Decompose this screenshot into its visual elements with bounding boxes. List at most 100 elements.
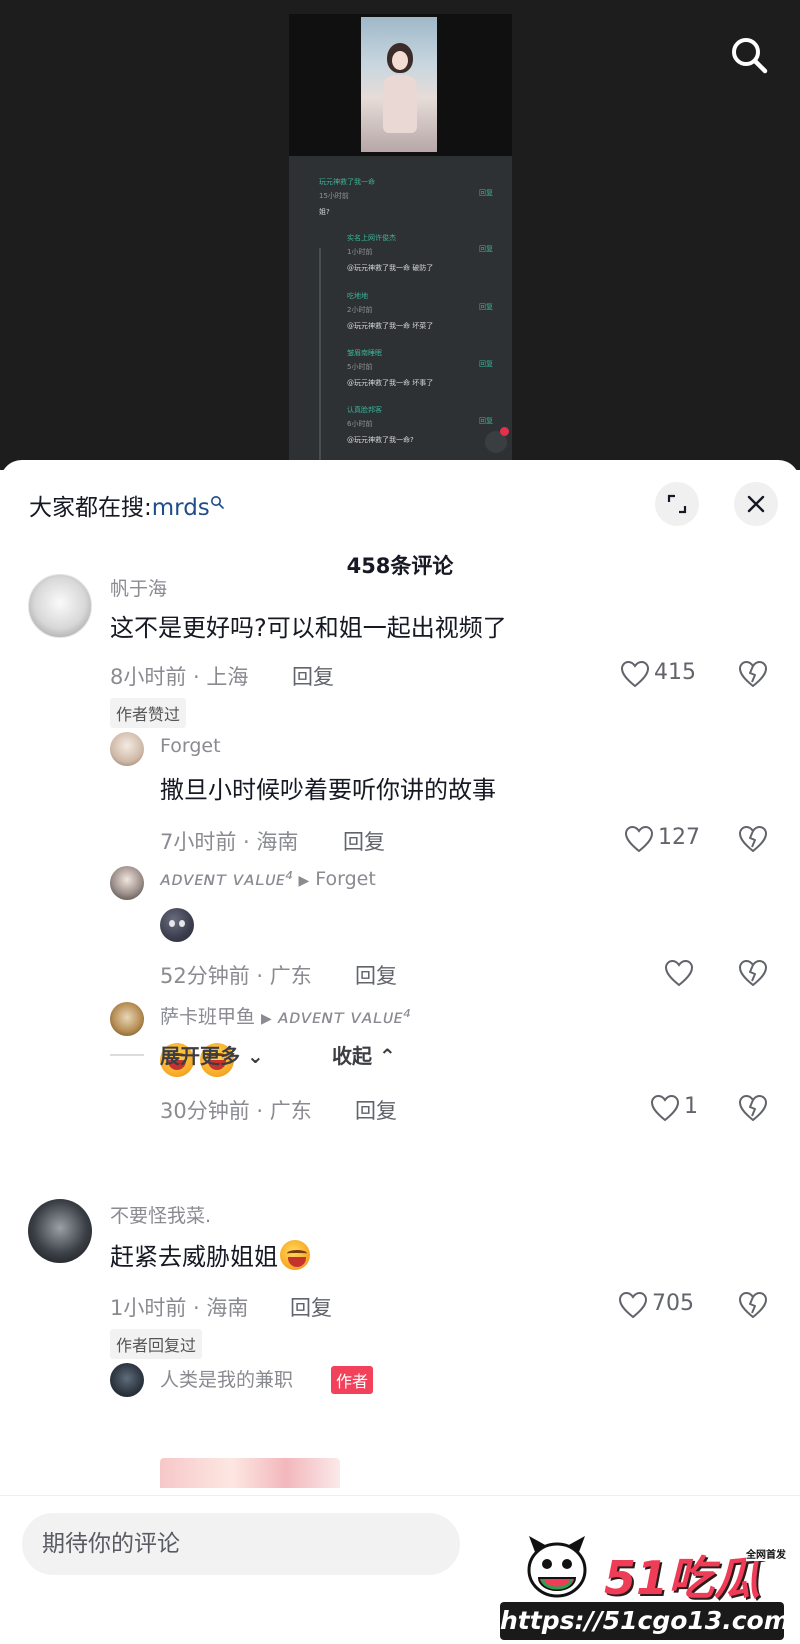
expand-more-button[interactable]: 展开更多 ⌄ <box>160 1040 264 1069</box>
embedded-user: 玩元神救了我一命 <box>319 178 375 186</box>
comment-author[interactable]: 帆于海 <box>110 574 167 601</box>
reply-arrow-icon: ▶ <box>261 1011 272 1027</box>
trending-search-keyword[interactable]: mrds <box>152 495 210 521</box>
reply-author[interactable]: ᴀᴅᴠᴇɴᴛ ᴠᴀʟᴜᴇ⁴ ▶ Forget <box>160 868 376 890</box>
reply-to-name[interactable]: ᴀᴅᴠᴇɴᴛ ᴠᴀʟᴜᴇ⁴ <box>278 1006 410 1028</box>
expand-button[interactable] <box>655 482 699 526</box>
close-icon <box>747 495 765 513</box>
avatar[interactable] <box>28 1199 92 1263</box>
search-icon[interactable] <box>727 33 771 77</box>
reply-author[interactable]: Forget <box>160 735 221 757</box>
broken-heart-icon <box>739 661 767 687</box>
reply-meta: 52分钟前 · 广东 <box>160 964 312 988</box>
avatar[interactable] <box>110 732 144 766</box>
comment-meta: 1小时前 · 海南 <box>110 1296 249 1320</box>
reply-arrow-icon: ▶ <box>298 873 310 889</box>
sheet-header: 大家都在搜:mrds <box>0 460 800 540</box>
avatar[interactable] <box>110 866 144 900</box>
like-count: 415 <box>654 660 696 685</box>
author-badge: 作者 <box>331 1366 374 1394</box>
reply-meta: 30分钟前 · 广东 <box>160 1099 312 1123</box>
comment-thread: 不要怪我菜. 赶紧去威胁姐姐 1小时前 · 海南 回复 705 作者回复过 人类… <box>0 1195 800 1495</box>
embedded-time: 5小时前 <box>347 363 373 371</box>
reply-button[interactable]: 回复 <box>355 1095 397 1125</box>
embedded-action-icon <box>485 427 509 453</box>
close-button[interactable] <box>734 482 778 526</box>
comment-input-container[interactable] <box>22 1513 460 1575</box>
embedded-user: 皱眉南睡眠 <box>347 349 382 357</box>
like-button[interactable]: 1 <box>650 1093 710 1123</box>
broken-heart-icon <box>739 1095 767 1121</box>
watermark-title: 51吃瓜 <box>604 1551 761 1605</box>
reply-button[interactable]: 回复 <box>343 826 385 856</box>
comment-text: 这不是更好吗?可以和姐一起出视频了 <box>110 614 507 642</box>
comment-input[interactable] <box>42 1513 442 1575</box>
avatar[interactable] <box>28 574 92 638</box>
embedded-screenshot: 玩元神救了我一命 15小时前 姐? 回复 实名上网许俊杰 1小时前 @玩元神救了… <box>289 14 512 470</box>
embedded-reply: 回复 <box>479 417 493 425</box>
heart-icon <box>650 1094 680 1122</box>
dislike-button[interactable] <box>738 825 768 855</box>
chevron-down-icon: ⌄ <box>246 1044 264 1068</box>
comment-sheet: 大家都在搜:mrds 458条评论 帆于海 这不是更好吗?可以和姐一起出视频了 … <box>0 460 800 1644</box>
small-search-icon <box>210 489 224 509</box>
dislike-button[interactable] <box>738 1094 768 1124</box>
like-count: 127 <box>658 825 700 850</box>
like-button[interactable]: 127 <box>624 824 714 854</box>
like-count: 705 <box>652 1291 694 1316</box>
comment-text: 赶紧去威胁姐姐 <box>110 1237 310 1272</box>
embedded-time: 6小时前 <box>347 420 373 428</box>
comment-author[interactable]: 不要怪我菜. <box>110 1201 211 1228</box>
dislike-button[interactable] <box>738 959 768 989</box>
embedded-user: 吃地地 <box>347 292 368 300</box>
divider <box>110 1054 144 1056</box>
mascot-logo <box>525 1532 589 1602</box>
embedded-time: 2小时前 <box>347 306 373 314</box>
sticker-image <box>160 1458 340 1488</box>
dislike-button[interactable] <box>738 660 768 690</box>
thread-fold-controls: 展开更多 ⌄ 收起 ⌃ <box>110 1040 510 1070</box>
dislike-button[interactable] <box>738 1291 768 1321</box>
comment-thread: 帆于海 这不是更好吗?可以和姐一起出视频了 8小时前 · 上海 回复 415 作… <box>0 570 800 1190</box>
like-button[interactable] <box>664 958 704 988</box>
embedded-user: 认真脸邦客 <box>347 406 382 414</box>
reply-to-name[interactable]: Forget <box>315 868 376 890</box>
embedded-text: 姐? <box>319 208 330 216</box>
embedded-reply: 回复 <box>479 189 493 197</box>
collapse-button[interactable]: 收起 ⌃ <box>332 1040 396 1069</box>
embedded-reply: 回复 <box>479 360 493 368</box>
avatar[interactable] <box>110 1002 144 1036</box>
trending-search-prefix: 大家都在搜: <box>29 495 152 521</box>
like-button[interactable]: 705 <box>618 1290 708 1320</box>
video-thumbnail <box>361 17 437 152</box>
video-area[interactable]: 玩元神救了我一命 15小时前 姐? 回复 实名上网许俊杰 1小时前 @玩元神救了… <box>0 0 800 470</box>
embedded-comment-list: 玩元神救了我一命 15小时前 姐? 回复 实名上网许俊杰 1小时前 @玩元神救了… <box>289 156 512 470</box>
embedded-reply: 回复 <box>479 245 493 253</box>
heart-icon <box>618 1291 648 1319</box>
avatar[interactable] <box>110 1363 144 1397</box>
reply-author[interactable]: 人类是我的兼职 <box>160 1365 293 1392</box>
embedded-time: 15小时前 <box>319 192 349 200</box>
reply-author[interactable]: 萨卡班甲鱼 ▶ ᴀᴅᴠᴇɴᴛ ᴠᴀʟᴜᴇ⁴ <box>160 1002 410 1029</box>
crying-laughing-emoji <box>280 1240 310 1270</box>
heart-icon <box>664 959 694 987</box>
reply-button[interactable]: 回复 <box>292 661 334 691</box>
broken-heart-icon <box>739 1292 767 1318</box>
expand-icon <box>667 494 687 514</box>
embedded-text: @玩元神救了我一命 破防了 <box>347 264 434 272</box>
broken-heart-icon <box>739 826 767 852</box>
reply-button[interactable]: 回复 <box>355 960 397 990</box>
comment-meta: 8小时前 · 上海 <box>110 665 249 689</box>
reply-text: 撒旦小时候吵着要听你讲的故事 <box>160 776 496 804</box>
embedded-user: 实名上网许俊杰 <box>347 234 396 242</box>
reply-author-name: ᴀᴅᴠᴇɴᴛ ᴠᴀʟᴜᴇ⁴ <box>160 868 293 890</box>
like-button[interactable]: 415 <box>620 659 710 689</box>
broken-heart-icon <box>739 960 767 986</box>
embedded-reply: 回复 <box>479 303 493 311</box>
trending-search[interactable]: 大家都在搜:mrds <box>29 488 224 522</box>
embedded-text: @玩元神救了我一命? <box>347 436 414 444</box>
sticker-emoji <box>160 908 194 942</box>
like-count: 1 <box>684 1094 698 1119</box>
reply-button[interactable]: 回复 <box>290 1292 332 1322</box>
heart-icon <box>624 825 654 853</box>
